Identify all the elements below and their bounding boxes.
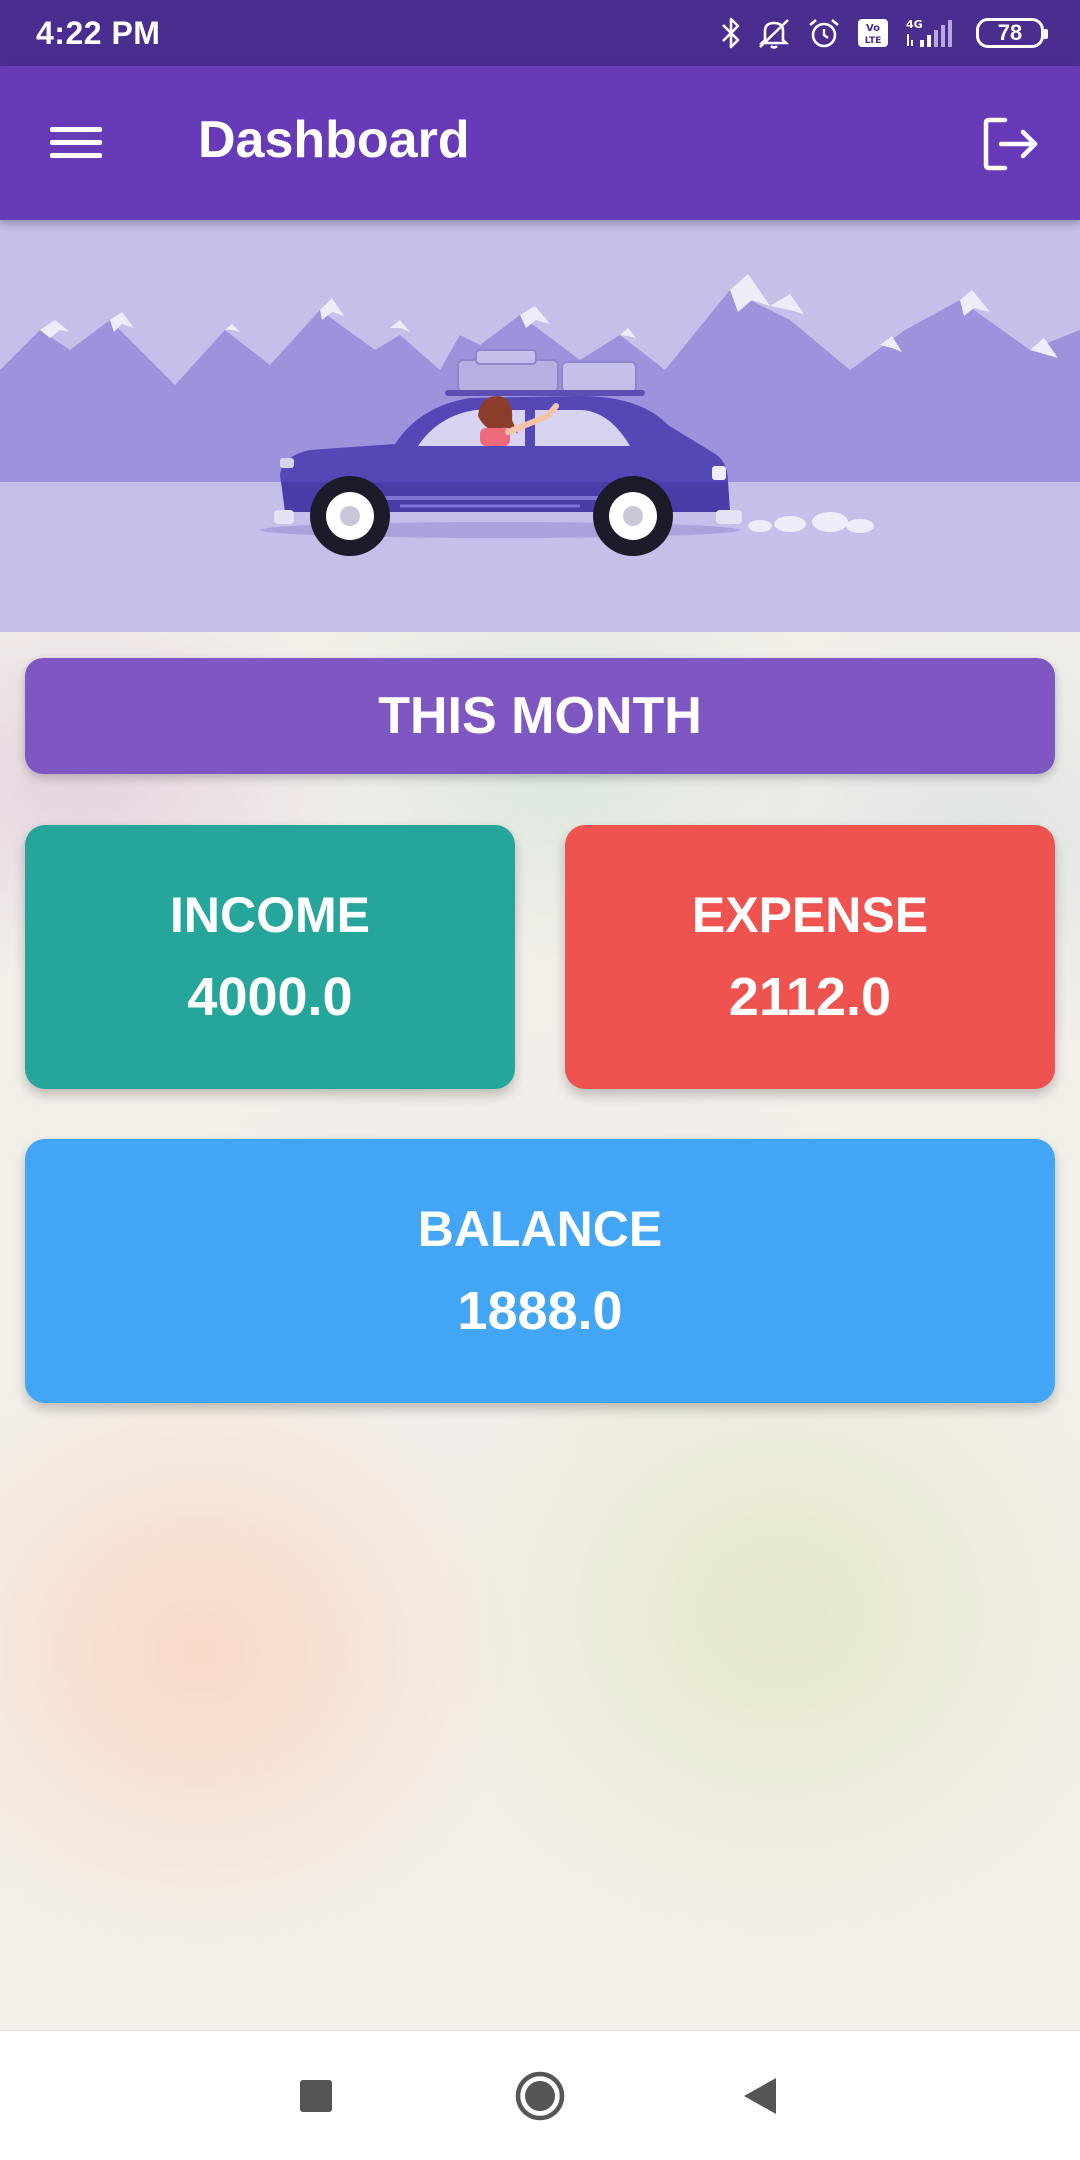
recent-apps-icon[interactable]	[281, 2061, 351, 2131]
logout-icon[interactable]	[980, 112, 1044, 176]
balance-value: 1888.0	[457, 1281, 623, 1341]
balance-label: BALANCE	[417, 1201, 663, 1257]
banner	[0, 220, 1080, 632]
income-card[interactable]: INCOME 4000.0	[25, 825, 515, 1089]
network-type-label: 4G	[906, 18, 923, 31]
svg-text:Vo: Vo	[866, 23, 880, 34]
car-trip-illustration	[0, 220, 1080, 632]
battery-icon: 78	[976, 18, 1048, 48]
bluetooth-icon	[720, 16, 742, 50]
expense-label: EXPENSE	[691, 887, 929, 943]
svg-text:LTE: LTE	[865, 36, 882, 46]
signal-icon: 4G	[904, 16, 962, 50]
home-icon[interactable]	[505, 2061, 575, 2131]
system-nav-bar	[0, 2030, 1080, 2160]
balance-card[interactable]: BALANCE 1888.0	[25, 1139, 1055, 1403]
period-header: THIS MONTH	[25, 658, 1055, 774]
income-value: 4000.0	[187, 967, 353, 1027]
status-icons: Vo LTE 4G 78	[720, 16, 1048, 50]
mute-icon	[756, 16, 792, 50]
status-time: 4:22 PM	[36, 14, 161, 51]
income-label: INCOME	[170, 887, 370, 943]
status-bar: 4:22 PM Vo LTE 4G 78	[0, 0, 1080, 66]
hamburger-menu-icon[interactable]	[44, 116, 108, 170]
back-icon[interactable]	[725, 2061, 795, 2131]
volte-icon: Vo LTE	[856, 17, 890, 49]
page-title: Dashboard	[198, 111, 470, 169]
app-bar: Dashboard	[0, 66, 1080, 220]
expense-value: 2112.0	[728, 967, 892, 1027]
alarm-icon	[806, 16, 842, 50]
expense-card[interactable]: EXPENSE 2112.0	[565, 825, 1055, 1089]
